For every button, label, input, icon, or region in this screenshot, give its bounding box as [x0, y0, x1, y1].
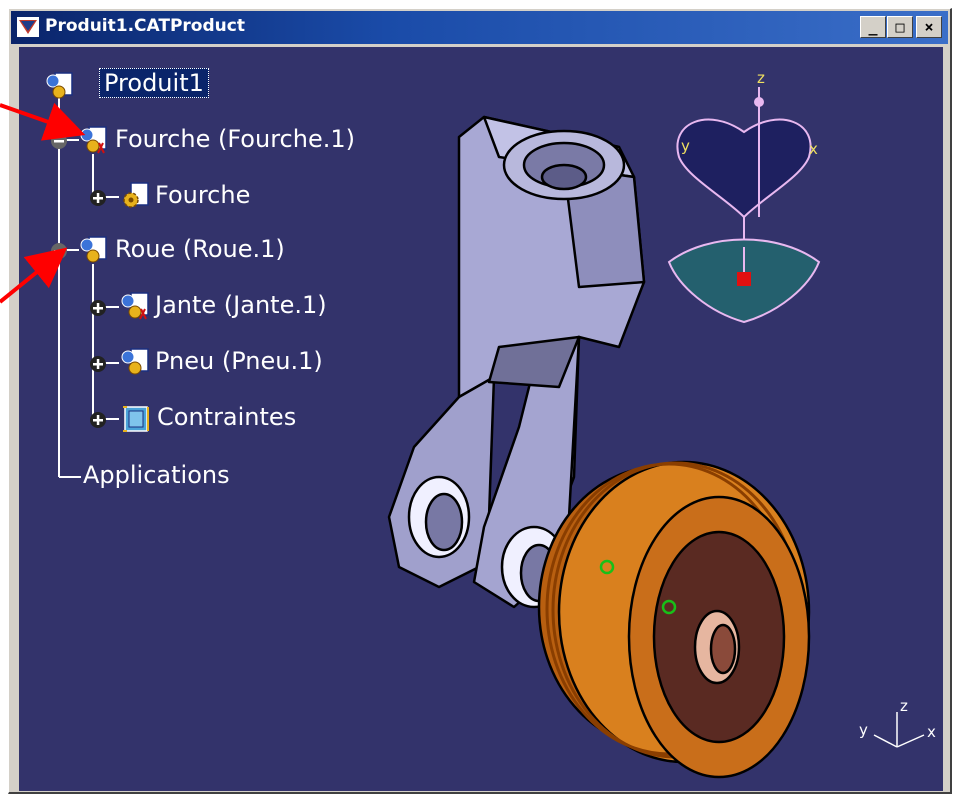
title-bar[interactable]: Produit1.CATProduct _ □ ×	[11, 11, 948, 44]
3d-model-scene[interactable]: z y x z x y	[19, 47, 943, 791]
wheel-part	[537, 460, 811, 779]
compass-x-label: x	[809, 140, 818, 158]
catia-window-icon	[17, 17, 39, 37]
axis-y-label: y	[859, 721, 868, 739]
axis-x-label: x	[927, 723, 936, 741]
compass-y-label: y	[681, 137, 690, 155]
window-title: Produit1.CATProduct	[45, 16, 245, 36]
3d-viewport[interactable]: Produit1 Fourche (Fourche.1) Fourche Rou…	[19, 47, 943, 791]
compass-icon	[667, 87, 821, 324]
close-button[interactable]: ×	[916, 16, 942, 38]
axis-z-label: z	[900, 697, 908, 715]
minimize-button[interactable]: _	[860, 16, 886, 38]
catia-document-window: Produit1.CATProduct _ □ × Produit1 Fourc…	[8, 8, 952, 794]
maximize-button[interactable]: □	[887, 16, 913, 38]
axis-triad-icon	[873, 712, 925, 748]
compass-z-label: z	[757, 69, 765, 87]
